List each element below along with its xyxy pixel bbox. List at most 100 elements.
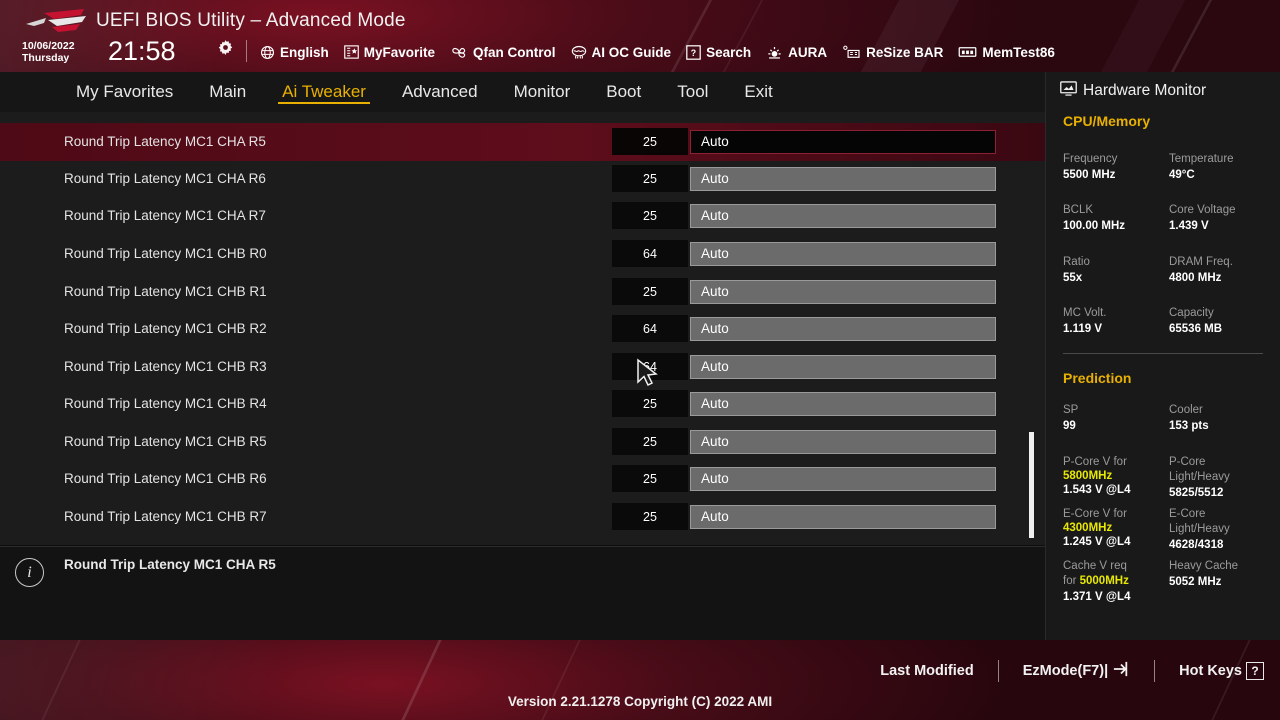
setting-dropdown[interactable]: Auto [690, 504, 996, 529]
setting-dropdown[interactable]: Auto [690, 166, 996, 191]
setting-dropdown[interactable]: Auto [690, 203, 996, 228]
fan-icon [450, 45, 468, 60]
menu-item-exit[interactable]: Exit [726, 72, 790, 112]
menu-item-advanced[interactable]: Advanced [384, 72, 496, 112]
table-row[interactable]: Round Trip Latency MC1 CHB R3 64 Auto [0, 348, 1045, 386]
footer-links: Last Modified EzMode(F7)| Hot Keys ? [880, 660, 1264, 682]
table-row[interactable]: Round Trip Latency MC1 CHB R0 64 Auto [0, 235, 1045, 273]
hw-key: P-Core [1169, 456, 1206, 468]
table-row[interactable]: Round Trip Latency MC1 CHB R6 25 Auto [0, 460, 1045, 498]
toolbar-item-memtest86[interactable]: MemTest86 [958, 45, 1055, 60]
menu-item-tool[interactable]: Tool [659, 72, 726, 112]
menu-item-main[interactable]: Main [191, 72, 264, 112]
setting-current-value: 64 [612, 240, 688, 268]
table-row[interactable]: Round Trip Latency MC1 CHB R7 25 Auto [0, 498, 1045, 536]
hw-entry-bclk: BCLK 100.00 MHz [1063, 203, 1125, 234]
toolbar-item-english[interactable]: English [260, 45, 329, 60]
setting-label: Round Trip Latency MC1 CHB R4 [64, 396, 267, 412]
toolbar-label: MemTest86 [982, 44, 1055, 60]
setting-dropdown[interactable]: Auto [690, 316, 996, 341]
table-row[interactable]: Round Trip Latency MC1 CHA R6 25 Auto [0, 160, 1045, 198]
hw-key: Heavy Cache [1169, 560, 1239, 572]
toolbar-item-qfan-control[interactable]: Qfan Control [450, 45, 556, 60]
hw-value: 1.543 V @L4 [1063, 484, 1131, 496]
hw-entry-capacity: Capacity 65536 MB [1169, 306, 1222, 337]
app-header: UEFI BIOS Utility – Advanced Mode 10/06/… [0, 0, 1280, 72]
settings-list: Round Trip Latency MC1 CHA R4 25 Auto Ro… [0, 112, 1045, 545]
page-title: UEFI BIOS Utility – Advanced Mode [96, 10, 406, 31]
hw-key: Cache V req [1063, 560, 1127, 572]
ezmode-label: EzMode(F7)| [1022, 663, 1109, 679]
last-modified-button[interactable]: Last Modified [880, 663, 973, 679]
hw-entry-temperature: Temperature 49°C [1169, 152, 1234, 183]
setting-label: Round Trip Latency MC1 CHA R5 [64, 134, 266, 150]
table-row[interactable]: Round Trip Latency MC1 CHB R2 64 Auto [0, 310, 1045, 348]
resize-bar-icon [842, 45, 861, 60]
setting-label: Round Trip Latency MC1 CHB R3 [64, 359, 267, 375]
setting-current-value: 25 [612, 465, 688, 493]
setting-current-value: 25 [612, 128, 688, 156]
hw-entry-ecore-light-heavy: E-Core Light/Heavy 4628/4318 [1169, 507, 1230, 553]
setting-dropdown[interactable]: Auto [690, 429, 996, 454]
setting-current-value: 25 [612, 165, 688, 193]
toolbar-label: MyFavorite [363, 44, 436, 60]
toolbar-item-resize-bar[interactable]: ReSize BAR [842, 45, 943, 60]
setting-current-value: 25 [612, 390, 688, 418]
mouse-cursor [637, 358, 658, 387]
table-row[interactable]: Round Trip Latency MC1 CHB R5 25 Auto [0, 423, 1045, 461]
hw-entry-frequency: Frequency 5500 MHz [1063, 152, 1117, 183]
scrollbar-thumb[interactable] [1029, 432, 1034, 538]
arrow-into-box-icon [1112, 661, 1130, 681]
toolbar-label: English [280, 44, 329, 60]
hw-key: Frequency [1063, 153, 1118, 165]
hw-key-highlight: 5800MHz [1063, 470, 1113, 482]
toolbar-item-aura[interactable]: AURA [766, 45, 827, 60]
setting-label: Round Trip Latency MC1 CHB R6 [64, 471, 267, 487]
gear-icon[interactable] [217, 39, 234, 56]
hw-entry-ratio: Ratio 55x [1063, 255, 1090, 286]
hw-key: P-Core V for [1063, 456, 1127, 468]
toolbar-item-myfavorite[interactable]: MyFavorite [343, 44, 436, 60]
clock-display: 21:58 [108, 36, 176, 66]
hw-divider [1063, 353, 1263, 354]
hw-value: 65536 MB [1169, 323, 1223, 335]
table-row[interactable]: Round Trip Latency MC1 CHB R1 25 Auto [0, 273, 1045, 311]
hardware-monitor-title-text: Hardware Monitor [1083, 82, 1207, 99]
table-row[interactable]: Round Trip Latency MC1 CHB R4 25 Auto [0, 385, 1045, 423]
table-row[interactable]: Round Trip Latency MC1 CHA R7 25 Auto [0, 197, 1045, 235]
hw-value: 49°C [1169, 169, 1195, 181]
hw-key: Capacity [1169, 307, 1214, 319]
hotkeys-button[interactable]: Hot Keys ? [1179, 662, 1264, 680]
setting-dropdown[interactable]: Auto [690, 466, 996, 491]
toolbar-item-search[interactable]: ? Search [686, 45, 751, 60]
setting-current-value: 25 [612, 202, 688, 230]
header-toolbar: English MyFavorite Qfan Control AI OC Gu… [260, 41, 1055, 63]
hw-value: 5500 MHz [1063, 169, 1116, 181]
setting-dropdown[interactable]: Auto [690, 279, 996, 304]
toolbar-item-ai-oc-guide[interactable]: AI OC Guide [571, 44, 672, 60]
ezmode-button[interactable]: EzMode(F7)| [1023, 661, 1130, 681]
menu-item-boot[interactable]: Boot [588, 72, 659, 112]
toolbar-label: AI OC Guide [591, 44, 672, 60]
setting-label: Round Trip Latency MC1 CHB R7 [64, 509, 267, 525]
hw-value: 4628/4318 [1169, 539, 1224, 551]
hw-key: MC Volt. [1063, 307, 1107, 319]
hw-key: E-Core V for [1063, 508, 1127, 520]
menu-item-monitor[interactable]: Monitor [496, 72, 589, 112]
hw-value: 1.439 V [1169, 220, 1209, 232]
setting-dropdown[interactable]: Auto [690, 241, 996, 266]
table-row[interactable]: Round Trip Latency MC1 CHA R4 25 Auto [0, 112, 1045, 116]
help-text: Round Trip Latency MC1 CHA R5 [64, 557, 276, 572]
menu-item-my-favorites[interactable]: My Favorites [58, 72, 191, 112]
setting-dropdown[interactable]: Auto [690, 391, 996, 416]
hw-key-highlight: 5000MHz [1079, 575, 1129, 587]
setting-dropdown[interactable]: Auto [690, 129, 996, 154]
hw-value: 153 pts [1169, 420, 1209, 432]
globe-icon [260, 45, 275, 60]
toolbar-label: ReSize BAR [866, 44, 944, 60]
table-row[interactable]: Round Trip Latency MC1 CHA R5 25 Auto [0, 123, 1045, 161]
footer-divider [1154, 660, 1156, 682]
hw-entry-mc-volt: MC Volt. 1.119 V [1063, 306, 1106, 337]
setting-dropdown[interactable]: Auto [690, 354, 996, 379]
menu-item-ai-tweaker[interactable]: Ai Tweaker [264, 72, 384, 112]
